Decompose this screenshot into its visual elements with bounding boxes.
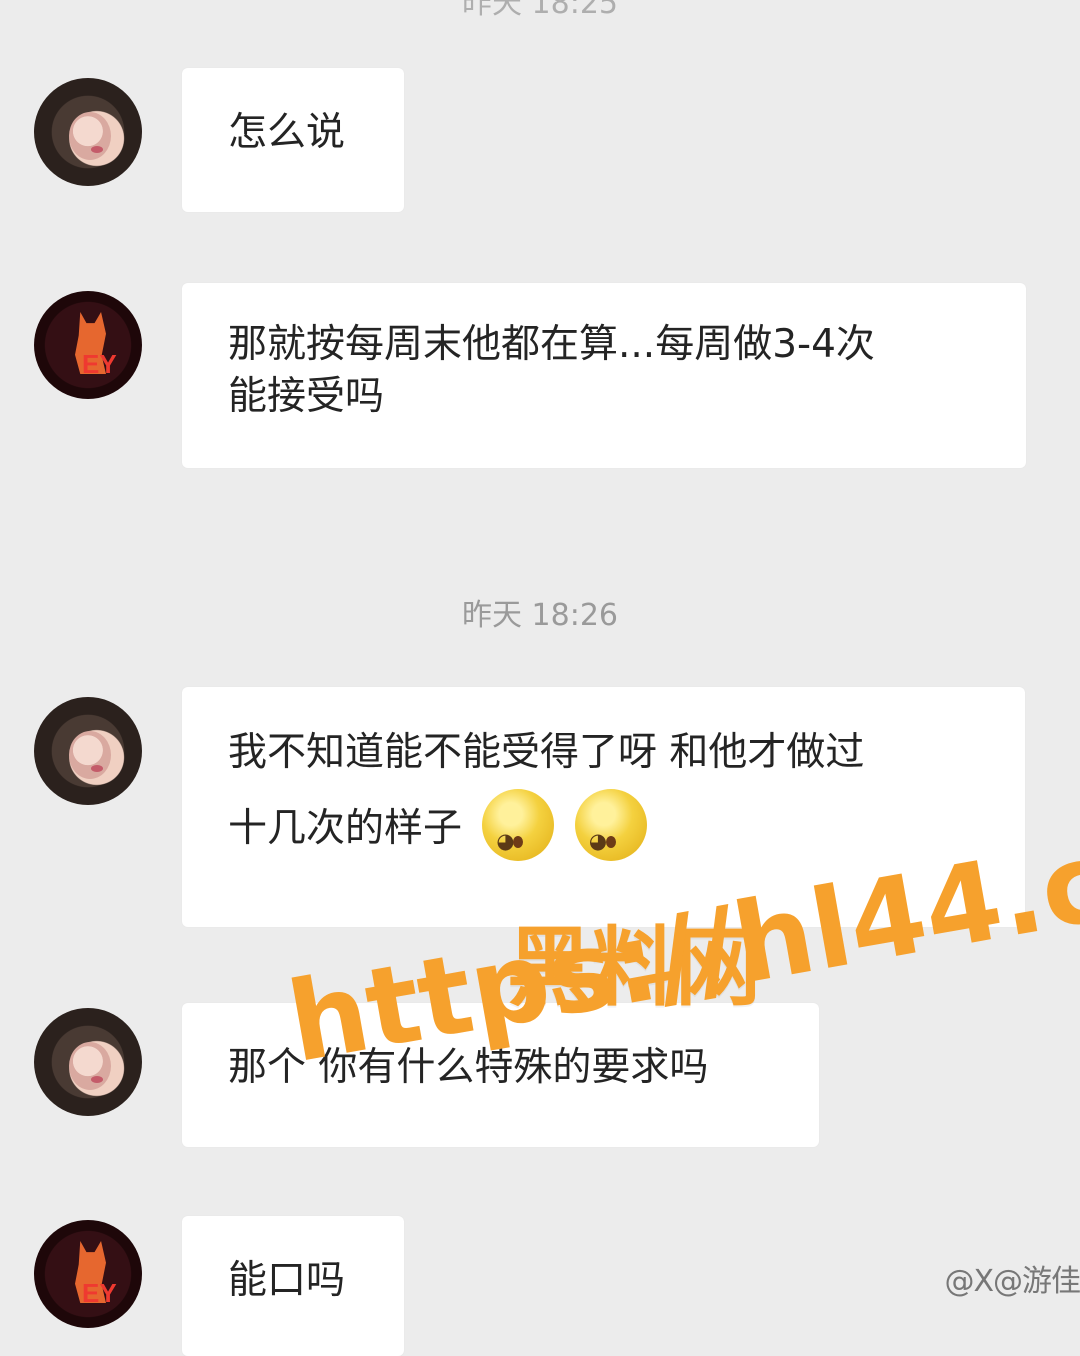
message-row: 那就按每周末他都在算...每周做3-4次 能接受吗	[0, 283, 1080, 476]
message-row: 能口吗	[0, 1216, 1080, 1356]
message-text-line: 能接受吗	[228, 374, 385, 419]
message-text: 十几次的样子	[228, 806, 463, 851]
corner-watermark: @X@游佳	[944, 1264, 1080, 1299]
message-text-line: 十几次的样子 emoji-eyes-1 emoji-eyes-2	[228, 789, 979, 865]
timestamp-top: 昨天 18:25	[462, 0, 618, 21]
message-text: 能口吗	[228, 1258, 346, 1303]
avatar[interactable]	[34, 78, 142, 186]
avatar[interactable]	[34, 291, 142, 399]
avatar[interactable]	[34, 1008, 142, 1116]
message-text-line: 我不知道能不能受得了呀 和他才做过	[228, 730, 865, 775]
message-bubble: 那就按每周末他都在算...每周做3-4次 能接受吗	[182, 283, 1026, 468]
message-bubble: 怎么说	[182, 68, 404, 212]
eyes-emoji-icon: emoji-eyes-2	[574, 789, 647, 861]
message-text: 怎么说	[228, 110, 346, 155]
avatar[interactable]	[34, 1220, 142, 1328]
message-text-line: 那就按每周末他都在算...每周做3-4次	[228, 322, 875, 367]
avatar[interactable]	[34, 697, 142, 805]
message-bubble: 能口吗	[182, 1216, 404, 1356]
chat-area: 昨天 18:25 怎么说 那就按每周末他都在算...每周做3-4次 能接受吗 昨…	[0, 0, 1080, 1356]
timestamp-middle: 昨天 18:26	[462, 598, 618, 633]
eyes-emoji-icon: emoji-eyes-1	[482, 789, 555, 861]
message-row: 怎么说	[0, 68, 1080, 218]
